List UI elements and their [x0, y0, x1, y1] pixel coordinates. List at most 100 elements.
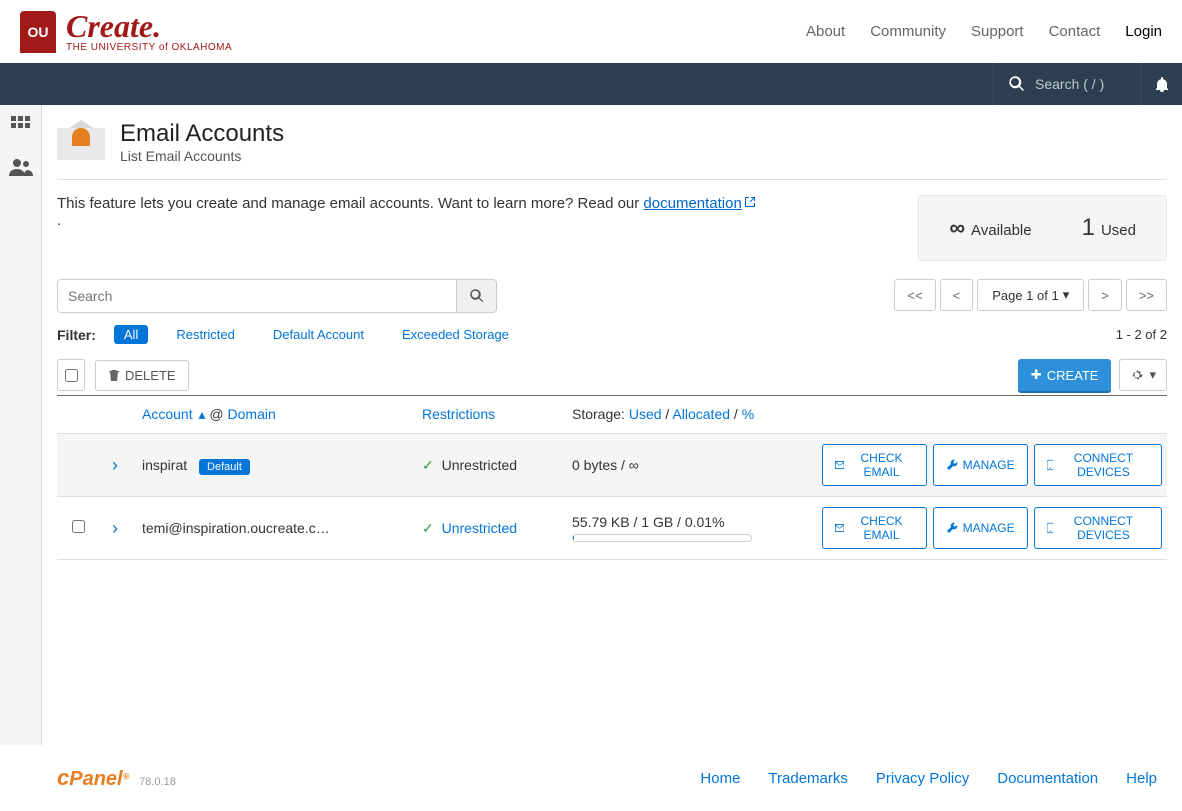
- global-search[interactable]: [993, 63, 1140, 105]
- select-all-checkbox[interactable]: [57, 359, 85, 391]
- brand-logo[interactable]: OU Create. THE UNIVERSITY of OKLAHOMA: [20, 10, 232, 53]
- stats-box: ∞ Available 1 Used: [918, 195, 1167, 261]
- filter-restricted[interactable]: Restricted: [166, 325, 245, 344]
- top-nav: About Community Support Contact Login: [806, 23, 1162, 40]
- envelope-icon: [835, 460, 844, 470]
- notifications-button[interactable]: [1140, 63, 1182, 105]
- delete-button[interactable]: DELETE: [95, 360, 189, 391]
- plus-icon: ✚: [1031, 367, 1042, 383]
- footer-documentation[interactable]: Documentation: [997, 770, 1098, 787]
- table-row: › inspirat Default ✓ Unrestricted 0 byte…: [57, 434, 1167, 497]
- filter-all[interactable]: All: [114, 325, 148, 344]
- filters: Filter: All Restricted Default Account E…: [57, 325, 519, 344]
- nav-about[interactable]: About: [806, 23, 845, 40]
- mobile-icon: [1047, 459, 1053, 471]
- manage-button[interactable]: MANAGE: [933, 444, 1028, 486]
- filter-default[interactable]: Default Account: [263, 325, 374, 344]
- connect-devices-button[interactable]: CONNECT DEVICES: [1034, 507, 1162, 549]
- page-label[interactable]: Page 1 of 1▾: [977, 279, 1084, 311]
- footer-home[interactable]: Home: [700, 770, 740, 787]
- nav-community[interactable]: Community: [870, 23, 946, 40]
- email-icon: [57, 120, 105, 160]
- search-icon: [1009, 76, 1025, 92]
- page-title: Email Accounts: [120, 120, 284, 148]
- filter-label: Filter:: [57, 327, 96, 343]
- header-percent[interactable]: %: [742, 406, 754, 422]
- footer: cPanel® 78.0.18 Home Trademarks Privacy …: [42, 745, 1172, 811]
- search-icon: [470, 289, 484, 303]
- storage-text: 0 bytes / ∞: [572, 457, 639, 473]
- cpanel-version: 78.0.18: [139, 776, 176, 788]
- table-header: Account ▴ @ Domain Restrictions Storage:…: [57, 396, 1167, 434]
- wrench-icon: [946, 522, 958, 534]
- table-search-button[interactable]: [457, 279, 497, 313]
- connect-devices-button[interactable]: CONNECT DEVICES: [1034, 444, 1162, 486]
- stat-used: 1 Used: [1082, 214, 1136, 242]
- check-email-button[interactable]: CHECK EMAIL: [822, 507, 927, 549]
- header-domain[interactable]: Domain: [228, 406, 276, 422]
- expand-row-icon[interactable]: ›: [112, 455, 118, 475]
- caret-down-icon: ▾: [1063, 287, 1070, 303]
- top-header: OU Create. THE UNIVERSITY of OKLAHOMA Ab…: [0, 0, 1182, 63]
- external-link-icon: [744, 196, 756, 208]
- intro-post: .: [57, 212, 61, 229]
- header-allocated[interactable]: Allocated: [672, 406, 730, 422]
- page-next-button[interactable]: >: [1088, 279, 1122, 311]
- account-name: temi@inspiration.oucreate.c…: [142, 520, 330, 536]
- restriction-text: Unrestricted: [442, 457, 517, 473]
- nav-contact[interactable]: Contact: [1049, 23, 1101, 40]
- page-first-button[interactable]: <<: [894, 279, 935, 311]
- storage-bar: [572, 534, 752, 542]
- footer-privacy[interactable]: Privacy Policy: [876, 770, 969, 787]
- check-icon: ✓: [422, 520, 434, 536]
- documentation-link[interactable]: documentation: [643, 195, 755, 212]
- page-header: Email Accounts List Email Accounts: [57, 120, 1167, 180]
- left-rail: [0, 105, 42, 745]
- default-badge: Default: [199, 459, 250, 475]
- create-button[interactable]: ✚ CREATE: [1018, 359, 1112, 391]
- infinity-icon: ∞: [949, 215, 965, 241]
- manage-button[interactable]: MANAGE: [933, 507, 1028, 549]
- caret-down-icon: ▾: [1149, 367, 1156, 383]
- brand-text: Create. THE UNIVERSITY of OKLAHOMA: [66, 10, 232, 53]
- storage-text: 55.79 KB / 1 GB / 0.01%: [572, 514, 725, 530]
- bell-icon: [1154, 76, 1170, 92]
- settings-button[interactable]: ▾: [1119, 359, 1167, 391]
- check-icon: ✓: [422, 457, 434, 473]
- wrench-icon: [946, 459, 958, 471]
- global-search-input[interactable]: [1035, 76, 1125, 92]
- table-search: [57, 279, 497, 313]
- page-last-button[interactable]: >>: [1126, 279, 1167, 311]
- table-search-input[interactable]: [57, 279, 457, 313]
- utility-bar: [0, 63, 1182, 105]
- row-checkbox[interactable]: [72, 520, 85, 533]
- header-account[interactable]: Account: [142, 406, 193, 422]
- ou-logo-icon: OU: [20, 11, 56, 53]
- intro-pre: This feature lets you create and manage …: [57, 195, 643, 212]
- nav-login[interactable]: Login: [1125, 23, 1162, 40]
- cpanel-logo: cPanel® 78.0.18: [57, 765, 176, 791]
- trash-icon: [108, 369, 120, 381]
- intro-text: This feature lets you create and manage …: [57, 195, 757, 229]
- apps-grid-icon[interactable]: [10, 115, 32, 140]
- restriction-link[interactable]: Unrestricted: [442, 520, 517, 536]
- header-at: @: [209, 406, 223, 422]
- brand-subtitle: THE UNIVERSITY of OKLAHOMA: [66, 42, 232, 53]
- sort-asc-icon: ▴: [198, 406, 205, 423]
- footer-help[interactable]: Help: [1126, 770, 1157, 787]
- header-restrictions[interactable]: Restrictions: [422, 406, 495, 422]
- brand-create: Create.: [66, 10, 232, 42]
- header-used[interactable]: Used: [629, 406, 662, 422]
- filter-exceeded[interactable]: Exceeded Storage: [392, 325, 519, 344]
- nav-support[interactable]: Support: [971, 23, 1024, 40]
- stat-available: ∞ Available: [949, 215, 1031, 241]
- table-row: › temi@inspiration.oucreate.c… ✓ Unrestr…: [57, 497, 1167, 560]
- result-count: 1 - 2 of 2: [1116, 327, 1167, 342]
- gear-icon: [1130, 368, 1144, 382]
- check-email-button[interactable]: CHECK EMAIL: [822, 444, 927, 486]
- mobile-icon: [1047, 522, 1053, 534]
- page-prev-button[interactable]: <: [940, 279, 974, 311]
- expand-row-icon[interactable]: ›: [112, 518, 118, 538]
- footer-trademarks[interactable]: Trademarks: [768, 770, 847, 787]
- users-icon[interactable]: [9, 158, 33, 179]
